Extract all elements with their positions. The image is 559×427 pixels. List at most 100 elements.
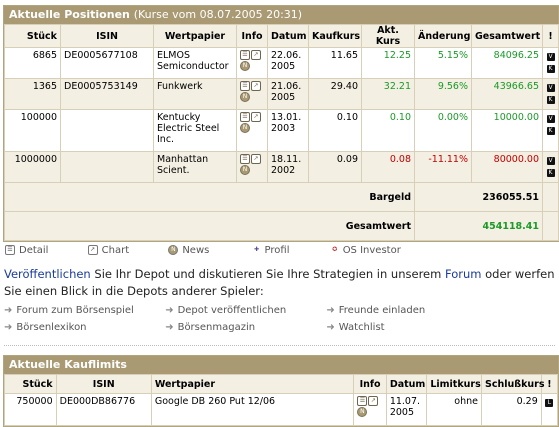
detail-icon[interactable]: ☰: [240, 112, 250, 122]
buy-icon[interactable]: K: [546, 96, 555, 104]
cell-info: ☰ ↗ N: [236, 78, 268, 110]
col-aenderung: Änderung: [414, 24, 472, 48]
news-icon[interactable]: N: [240, 92, 250, 102]
cell-cur: 0.08: [361, 151, 415, 183]
cell-isin: DE0005677108: [60, 47, 154, 79]
detail-icon[interactable]: ☰: [240, 50, 250, 60]
table-row: 750000 DE000DB86776 Google DB 260 Put 12…: [4, 393, 559, 426]
news-icon[interactable]: N: [240, 123, 250, 133]
cell-actions: VK: [542, 109, 559, 152]
positions-header-row: Stück ISIN Wertpapier Info Datum Kaufkur…: [4, 24, 559, 48]
cell-date: 22.06. 2005: [267, 47, 309, 79]
os-investor-icon: ✪: [332, 246, 338, 253]
cell-isin: DE000DB86776: [55, 393, 152, 426]
delete-limit-icon[interactable]: L: [545, 399, 554, 407]
cell-limit: ohne: [426, 393, 482, 426]
buy-icon[interactable]: K: [546, 127, 555, 135]
col-schlusskurs: Schlußkurs: [481, 374, 545, 394]
cell-qty: 750000: [4, 393, 57, 426]
intro-text-1: Sie Ihr Depot und diskutieren Sie Ihre S…: [90, 267, 445, 281]
cell-change: 0.00%: [414, 109, 472, 152]
cell-isin: [60, 151, 154, 183]
cell-name: Google DB 260 Put 12/06: [150, 393, 355, 426]
chart-icon[interactable]: ↗: [251, 81, 261, 91]
positions-table: Stück ISIN Wertpapier Info Datum Kaufkur…: [4, 24, 559, 241]
gesamtwert-row: Gesamtwert 454118.41: [4, 211, 559, 241]
news-icon[interactable]: N: [240, 61, 250, 71]
news-icon[interactable]: N: [357, 407, 368, 417]
cell-change: -11.11%: [414, 151, 472, 183]
arrow-right-icon: ➜: [326, 322, 335, 333]
cell-date: 18.11. 2002: [267, 151, 309, 183]
cell-name: Kentucky Electric Steel Inc.: [153, 109, 237, 152]
arrow-right-icon: ➜: [165, 305, 174, 316]
cell-qty: 100000: [4, 109, 61, 152]
arrow-right-icon: ➜: [4, 305, 13, 316]
limits-panel: Aktuelle Kauflimits Stück ISIN Wertpapie…: [3, 355, 559, 427]
legend-detail: ☰ Detail: [5, 245, 48, 256]
col-isin: ISIN: [60, 24, 154, 48]
col-stueck: Stück: [4, 24, 61, 48]
detail-icon[interactable]: ☰: [240, 81, 250, 91]
action-publish-depot[interactable]: ➜ Depot veröffentlichen: [165, 305, 323, 316]
action-forum[interactable]: ➜ Forum zum Börsenspiel: [4, 305, 162, 316]
cell-total: 80000.00: [471, 151, 543, 183]
table-row: 1000000 Manhattan Scient. ☰ ↗ N 18.11. 200…: [4, 151, 559, 183]
col-datum: Datum: [385, 374, 428, 394]
cell-buy: 0.10: [308, 109, 362, 152]
table-row: 1365 DE0005753149 Funkwerk ☰ ↗ N 21.06. 20…: [4, 78, 559, 110]
cell-actions: L: [540, 393, 559, 426]
action-lexikon[interactable]: ➜ Börsenlexikon: [4, 322, 162, 333]
sell-icon[interactable]: V: [546, 157, 555, 165]
news-icon: N: [168, 245, 179, 255]
cell-total: 43966.65: [471, 78, 543, 110]
legend-news: N News: [168, 245, 209, 256]
cell-info: ☰ ↗ N: [236, 151, 268, 183]
cell-date: 13.01. 2003: [267, 109, 309, 152]
action-invite[interactable]: ➜ Freunde einladen: [326, 305, 484, 316]
positions-panel: Aktuelle Positionen (Kurse vom 08.07.200…: [3, 5, 559, 242]
chart-icon[interactable]: ↗: [251, 50, 261, 60]
buy-icon[interactable]: K: [546, 65, 555, 73]
col-datum: Datum: [267, 24, 309, 48]
bargeld-label: Bargeld: [4, 182, 415, 212]
arrow-right-icon: ➜: [4, 322, 13, 333]
positions-subtitle: (Kurse vom 08.07.2005 20:31): [133, 8, 303, 21]
gesamtwert-label: Gesamtwert: [4, 211, 415, 241]
chart-icon[interactable]: ↗: [251, 112, 261, 122]
cell-close: 0.29: [481, 393, 542, 426]
col-info: Info: [353, 374, 387, 394]
action-magazin[interactable]: ➜ Börsenmagazin: [165, 322, 323, 333]
forum-link[interactable]: Forum: [445, 267, 481, 281]
legend-chart: ↗ Chart: [87, 245, 129, 256]
cell-name: Funkwerk: [153, 78, 237, 110]
publish-link[interactable]: Veröffentlichen: [4, 267, 91, 281]
cell-name: ELMOS Semiconductor: [153, 47, 237, 79]
icon-legend: ☰ Detail ↗ Chart N News ✚ Profil ✪ OS Investo…: [5, 245, 419, 256]
buy-icon[interactable]: K: [546, 169, 555, 177]
sell-icon[interactable]: V: [546, 53, 555, 61]
table-row: 100000 Kentucky Electric Steel Inc. ☰ ↗ N …: [4, 109, 559, 152]
cell-isin: DE0005753149: [60, 78, 154, 110]
bargeld-spacer: [542, 182, 559, 212]
gesamtwert-spacer: [542, 211, 559, 241]
chart-icon[interactable]: ↗: [368, 396, 379, 406]
cell-change: 9.56%: [414, 78, 472, 110]
cell-buy: 0.09: [308, 151, 362, 183]
detail-icon[interactable]: ☰: [357, 396, 368, 406]
sell-icon[interactable]: V: [546, 115, 555, 123]
news-icon[interactable]: N: [240, 165, 250, 175]
cell-isin: [60, 109, 154, 152]
intro-text: Veröffentlichen Sie Ihr Depot und diskut…: [4, 266, 557, 300]
cell-qty: 1000000: [4, 151, 61, 183]
sell-icon[interactable]: V: [546, 84, 555, 92]
cell-name: Manhattan Scient.: [153, 151, 237, 183]
cell-cur: 32.21: [361, 78, 415, 110]
col-limitkurs: Limitkurs: [426, 374, 482, 394]
detail-icon[interactable]: ☰: [240, 154, 250, 164]
action-watchlist[interactable]: ➜ Watchlist: [326, 322, 484, 333]
col-gesamtwert: Gesamtwert: [471, 24, 543, 48]
col-wertpapier: Wertpapier: [150, 374, 355, 394]
cell-actions: VK: [542, 78, 559, 110]
chart-icon[interactable]: ↗: [251, 154, 261, 164]
